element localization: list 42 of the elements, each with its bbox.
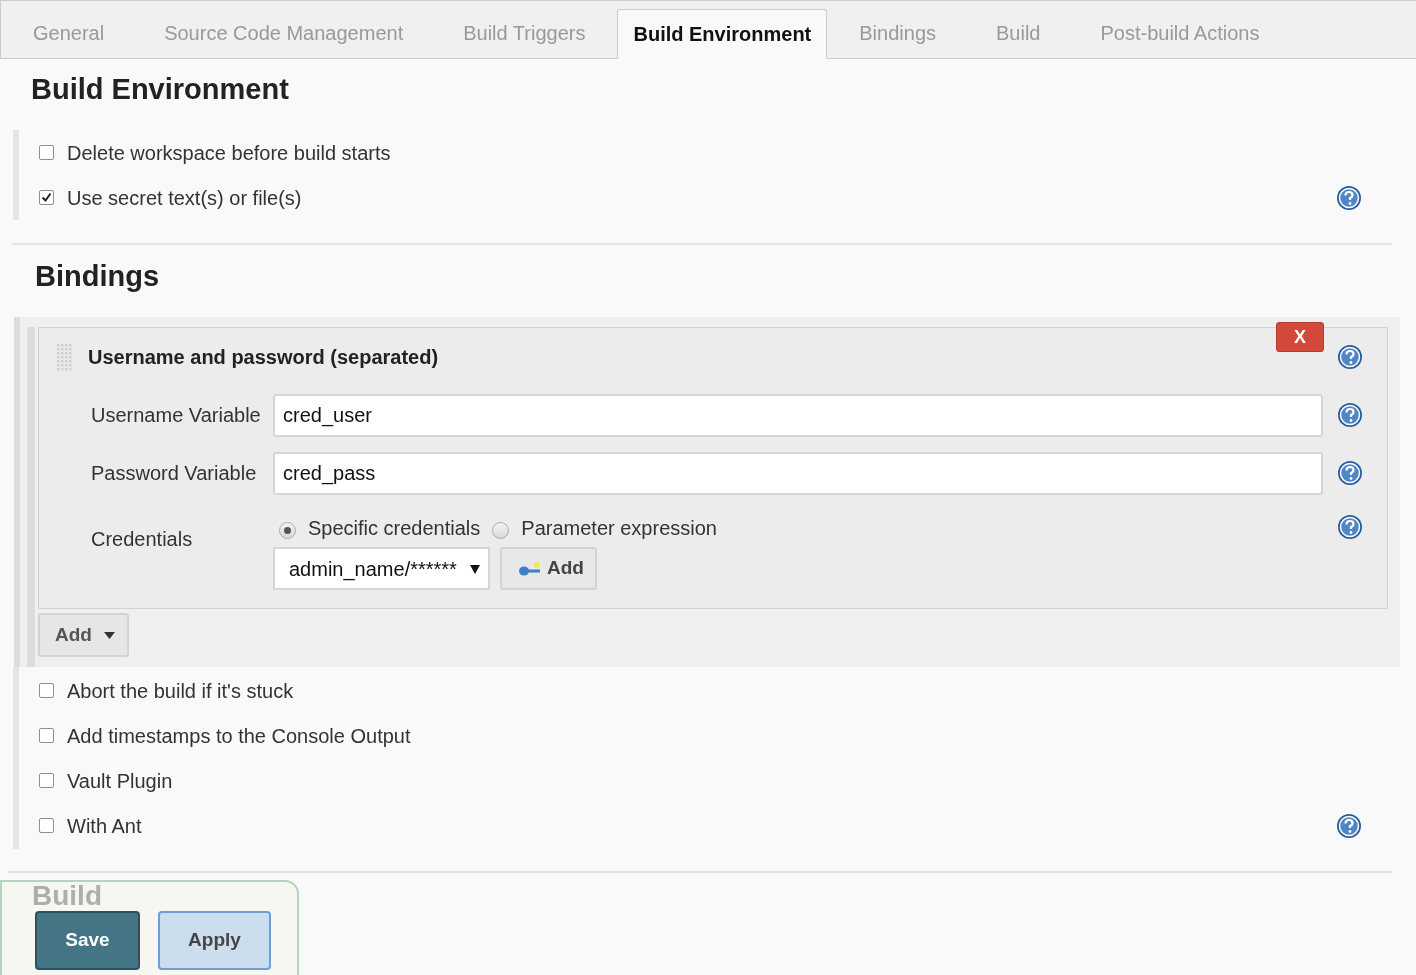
dropdown-arrow-icon (470, 563, 480, 574)
option-label: Abort the build if it's stuck (67, 678, 294, 704)
help-icon[interactable] (1336, 184, 1362, 211)
checkbox[interactable] (39, 683, 54, 698)
field-label: Password Variable (91, 461, 258, 486)
text-field[interactable]: cred_user (273, 393, 1323, 437)
help-icon[interactable] (1337, 460, 1363, 486)
help-icon[interactable] (1336, 812, 1362, 839)
drag-handle-icon[interactable] (56, 343, 74, 371)
text-field[interactable]: cred_pass (273, 451, 1323, 495)
key-icon (518, 560, 542, 577)
field-label: Username Variable (91, 403, 262, 428)
help-icon[interactable] (1337, 402, 1363, 428)
option-label: With Ant (67, 813, 142, 839)
checkbox[interactable] (39, 728, 54, 743)
radio-label: Specific credentials (308, 516, 481, 541)
binding-title: Username and password (separated) (88, 345, 439, 370)
radio-button[interactable] (492, 521, 510, 539)
checkbox[interactable] (39, 145, 54, 160)
credentials-select[interactable]: admin_name/****** (273, 547, 490, 590)
section-heading: Bindings (35, 259, 160, 291)
field-label: Credentials (91, 527, 194, 552)
option-label: Vault Plugin (67, 768, 173, 794)
delete-button[interactable]: X (1276, 322, 1324, 352)
option-label: Delete workspace before build starts (67, 140, 391, 166)
checkbox[interactable] (39, 818, 54, 833)
add-binding-button[interactable]: Add (38, 613, 129, 657)
help-icon[interactable] (1337, 514, 1363, 540)
help-icon[interactable] (1337, 344, 1363, 370)
checkbox[interactable] (39, 773, 54, 788)
option-label: Add timestamps to the Console Output (67, 723, 411, 749)
radio-button[interactable] (279, 521, 296, 539)
option-label: Use secret text(s) or file(s) (67, 185, 302, 211)
apply-button[interactable]: Apply (158, 911, 271, 970)
section-heading: Build Environment (31, 72, 289, 107)
section-heading: Build (32, 882, 102, 910)
add-credentials-button[interactable]: Add (500, 547, 597, 590)
checkbox[interactable] (39, 190, 54, 205)
save-button[interactable]: Save (35, 911, 140, 970)
tab[interactable]: Build Environment (617, 9, 828, 59)
caret-icon (103, 631, 115, 639)
radio-label: Parameter expression (521, 516, 717, 541)
